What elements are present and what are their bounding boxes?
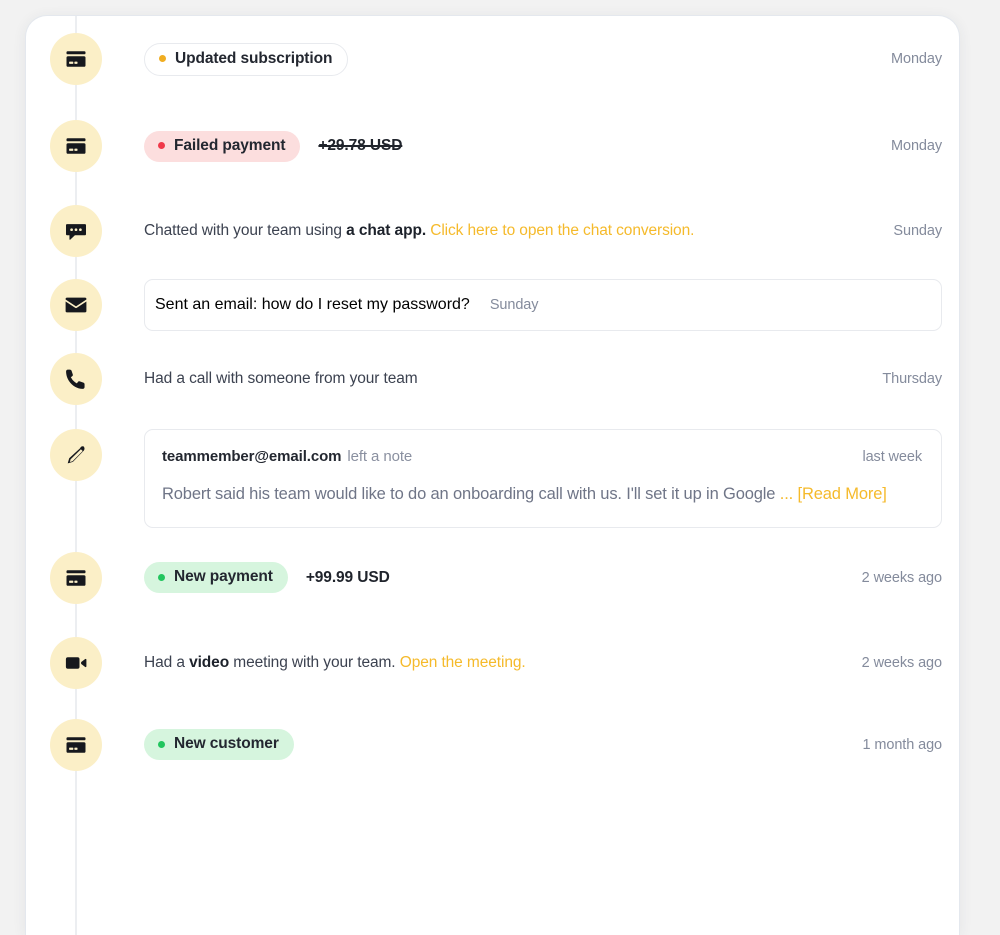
status-badge-label: Failed payment [174,137,285,155]
timeline-row-video-meeting: Had a video meeting with your team. Open… [26,637,959,689]
phone-icon [64,367,88,391]
sentence-link[interactable]: Click here to open the chat conversion. [430,222,694,239]
event-timestamp: last week [842,449,922,465]
sentence-emphasis: video [189,654,229,671]
status-badge-label: New customer [174,735,279,753]
event-timestamp: Thursday [862,371,959,387]
timeline-row-chat-message: Chatted with your team using a chat app.… [26,205,959,257]
event-content: Sent an email: how do I reset my passwor… [102,279,959,331]
event-timestamp: Monday [871,138,959,154]
event-sentence: Chatted with your team using a chat app.… [144,220,694,242]
sentence-link[interactable]: Open the meeting. [400,654,526,671]
timeline-row-failed-payment: Failed payment +29.78 USD Monday [26,120,959,172]
timeline-row-new-payment: New payment +99.99 USD 2 weeks ago [26,552,959,604]
event-icon-badge [50,637,102,689]
sentence-text-after: meeting with your team. [229,654,400,671]
event-icon-badge [50,552,102,604]
event-timestamp: Monday [871,51,959,67]
event-timestamp: Sunday [470,297,539,313]
activity-feed: Updated subscriptionMondayFailed payment… [26,16,959,771]
sentence-text-before: Had a [144,654,189,671]
timeline-row-updated-subscription: Updated subscription Monday [26,33,959,85]
event-body: Chatted with your team using a chat app.… [144,220,873,242]
status-badge-label: Updated subscription [175,50,332,68]
event-icon-badge [50,719,102,771]
sentence-emphasis: a chat app. [346,222,426,239]
event-content: Had a call with someone from your team Th… [102,353,959,405]
timeline-row-new-customer: New customer 1 month ago [26,719,959,771]
note-read-more-link[interactable]: ... [Read More] [780,485,887,503]
status-badge-failed-payment[interactable]: Failed payment [144,131,300,162]
sentence-text-before: Had a call with someone from your team [144,370,418,387]
event-icon-badge [50,120,102,172]
status-badge-new-customer[interactable]: New customer [144,729,294,760]
status-dot [159,55,166,62]
event-icon-badge [50,353,102,405]
event-sentence: Had a call with someone from your team [144,368,418,390]
credit-card-icon [64,47,88,71]
note-author: teammember@email.com [162,448,341,465]
event-body: New customer [144,729,842,760]
timeline-row-phone-call: Had a call with someone from your team Th… [26,353,959,405]
note-action-label: left a note [347,448,412,465]
note-body: Robert said his team would like to do an… [162,482,922,507]
activity-timeline-card: Updated subscriptionMondayFailed payment… [25,15,960,935]
event-amount: +99.99 USD [306,569,390,587]
event-body: Failed payment +29.78 USD [144,131,871,162]
note-header: teammember@email.com left a note last week [162,448,922,465]
note-body-text: Robert said his team would like to do an… [162,485,775,503]
event-content: Had a video meeting with your team. Open… [102,637,959,689]
event-timestamp: Sunday [873,223,959,239]
credit-card-icon [64,733,88,757]
email-card[interactable]: Sent an email: how do I reset my passwor… [144,279,942,331]
event-icon-badge [50,279,102,331]
status-dot [158,142,165,149]
event-content: New customer 1 month ago [102,719,959,771]
chat-bubble-icon [64,219,88,243]
status-badge-new-payment[interactable]: New payment [144,562,288,593]
status-badge-updated-subscription[interactable]: Updated subscription [144,43,348,76]
status-dot [158,574,165,581]
status-dot [158,741,165,748]
event-content: Failed payment +29.78 USD Monday [102,120,959,172]
credit-card-icon [64,134,88,158]
event-amount: +29.78 USD [318,137,402,155]
event-content: Updated subscription Monday [102,33,959,85]
event-content: New payment +99.99 USD 2 weeks ago [102,552,959,604]
timeline-row-left-note: teammember@email.com left a note last week… [26,429,959,528]
video-camera-icon [64,651,88,675]
event-body: New payment +99.99 USD [144,562,842,593]
event-content: Chatted with your team using a chat app.… [102,205,959,257]
note-card[interactable]: teammember@email.com left a note last week… [144,429,942,528]
event-icon-badge [50,205,102,257]
event-body: Updated subscription [144,43,871,76]
timeline-row-email-sent: Sent an email: how do I reset my passwor… [26,279,959,331]
email-subject: Sent an email: how do I reset my passwor… [155,296,470,314]
event-body: Had a video meeting with your team. Open… [144,652,842,674]
event-body: Had a call with someone from your team [144,368,862,390]
envelope-icon [64,293,88,317]
event-timestamp: 2 weeks ago [842,655,959,671]
event-sentence: Had a video meeting with your team. Open… [144,652,526,674]
status-badge-label: New payment [174,568,273,586]
pencil-icon [64,443,88,467]
event-icon-badge [50,429,102,481]
credit-card-icon [64,566,88,590]
event-icon-badge [50,33,102,85]
sentence-text-before: Chatted with your team using [144,222,346,239]
event-content: teammember@email.com left a note last week… [102,429,959,528]
event-timestamp: 1 month ago [842,737,959,753]
event-timestamp: 2 weeks ago [842,570,959,586]
